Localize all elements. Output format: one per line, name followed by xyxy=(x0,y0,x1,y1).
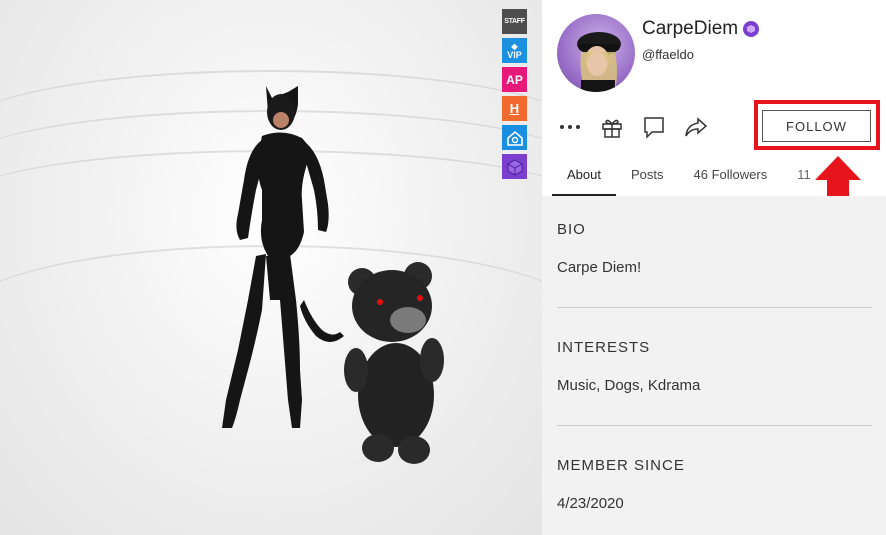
member-since-section: MEMBER SINCE 4/23/2020 xyxy=(557,457,685,512)
home-badge-icon[interactable] xyxy=(502,125,527,150)
share-icon[interactable] xyxy=(683,114,709,140)
box-badge-icon[interactable] xyxy=(502,154,527,179)
interests-value: Music, Dogs, Kdrama xyxy=(557,377,701,394)
avatar[interactable] xyxy=(557,14,635,92)
verified-badge-icon xyxy=(743,21,760,37)
profile-tabs: About Posts 46 Followers 11 xyxy=(552,152,826,196)
chat-icon[interactable] xyxy=(641,114,667,140)
profile-username: CarpeDiem xyxy=(642,18,760,40)
vip-badge-icon[interactable]: ◆ VIP xyxy=(502,38,527,63)
username-text: CarpeDiem xyxy=(642,18,739,39)
tab-posts[interactable]: Posts xyxy=(616,152,679,196)
bio-heading: BIO xyxy=(557,221,586,238)
interests-heading: INTERESTS xyxy=(557,339,651,356)
section-divider xyxy=(557,425,872,426)
section-divider xyxy=(557,307,872,308)
tab-about[interactable]: About xyxy=(552,152,616,196)
follow-button[interactable]: FOLLOW xyxy=(762,110,871,142)
about-content: BIO Carpe Diem! INTERESTS Music, Dogs, K… xyxy=(542,196,886,535)
interests-section: INTERESTS Music, Dogs, Kdrama xyxy=(557,339,700,394)
action-bar xyxy=(557,114,709,140)
member-since-value: 4/23/2020 xyxy=(557,495,624,512)
avatar-scene: STAFF ◆ VIP AP H xyxy=(0,0,542,535)
tab-followers[interactable]: 46 Followers xyxy=(679,152,783,196)
profile-handle: @ffaeldo xyxy=(642,47,694,62)
gift-icon[interactable] xyxy=(599,114,625,140)
bio-section: BIO Carpe Diem! xyxy=(557,221,641,276)
badge-column: STAFF ◆ VIP AP H xyxy=(502,9,527,179)
bio-value: Carpe Diem! xyxy=(557,259,642,276)
avatar-figure xyxy=(222,86,444,464)
staff-badge-icon[interactable]: STAFF xyxy=(502,9,527,34)
h-badge-icon[interactable]: H xyxy=(502,96,527,121)
profile-panel: CarpeDiem @ffaeldo FOLLOW About Posts 46… xyxy=(542,0,886,535)
member-since-heading: MEMBER SINCE xyxy=(557,457,685,474)
ap-badge-icon[interactable]: AP xyxy=(502,67,527,92)
more-options-icon[interactable] xyxy=(557,114,583,140)
